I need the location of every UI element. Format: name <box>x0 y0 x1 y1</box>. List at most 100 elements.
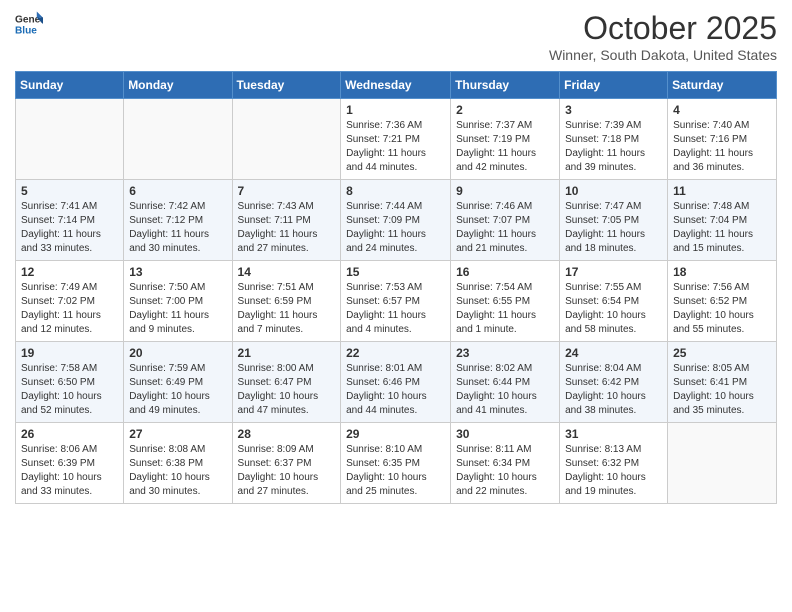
day-number: 1 <box>346 103 445 117</box>
header: General Blue October 2025 Winner, South … <box>15 10 777 63</box>
day-detail: Sunrise: 7:37 AMSunset: 7:19 PMDaylight:… <box>456 119 554 175</box>
calendar-week-row: 1 Sunrise: 7:36 AMSunset: 7:21 PMDaylight… <box>16 99 777 180</box>
day-number: 14 <box>238 265 336 279</box>
calendar-cell: 27 Sunrise: 8:08 AMSunset: 6:38 PMDayligh… <box>124 423 232 504</box>
day-detail: Sunrise: 7:49 AMSunset: 7:02 PMDaylight:… <box>21 281 118 337</box>
calendar-cell: 8Sunrise: 7:44 AMSunset: 7:09 PMDaylight… <box>341 180 451 261</box>
day-number: 4 <box>673 103 771 117</box>
day-detail: Sunrise: 8:00 AMSunset: 6:47 PMDaylight:… <box>238 362 336 418</box>
day-detail: Sunrise: 7:43 AMSunset: 7:11 PMDaylight:… <box>238 200 336 256</box>
calendar: SundayMondayTuesdayWednesdayThursdayFrid… <box>15 71 777 504</box>
day-detail: Sunrise: 7:50 AMSunset: 7:00 PMDaylight:… <box>129 281 226 337</box>
day-detail: Sunrise: 7:39 AMSunset: 7:18 PMDaylight:… <box>565 119 662 175</box>
calendar-cell: 14Sunrise: 7:51 AMSunset: 6:59 PMDayligh… <box>232 261 341 342</box>
calendar-week-row: 5 Sunrise: 7:41 AMSunset: 7:14 PMDaylight… <box>16 180 777 261</box>
day-detail: Sunrise: 7:47 AMSunset: 7:05 PMDaylight:… <box>565 200 662 256</box>
day-detail: Sunrise: 8:08 AMSunset: 6:38 PMDaylight:… <box>129 443 226 499</box>
day-detail: Sunrise: 8:02 AMSunset: 6:44 PMDaylight:… <box>456 362 554 418</box>
calendar-cell <box>124 99 232 180</box>
day-number: 3 <box>565 103 662 117</box>
day-number: 2 <box>456 103 554 117</box>
calendar-cell: 20 Sunrise: 7:59 AMSunset: 6:49 PMDayligh… <box>124 342 232 423</box>
calendar-cell: 24 Sunrise: 8:04 AMSunset: 6:42 PMDayligh… <box>560 342 668 423</box>
day-number: 15 <box>346 265 445 279</box>
day-number: 28 <box>238 427 336 441</box>
calendar-week-row: 12 Sunrise: 7:49 AMSunset: 7:02 PMDayligh… <box>16 261 777 342</box>
calendar-cell: 7 Sunrise: 7:43 AMSunset: 7:11 PMDaylight… <box>232 180 341 261</box>
day-detail: Sunrise: 7:59 AMSunset: 6:49 PMDaylight:… <box>129 362 226 418</box>
day-detail: Sunrise: 7:55 AMSunset: 6:54 PMDaylight:… <box>565 281 662 337</box>
calendar-cell: 31 Sunrise: 8:13 AMSunset: 6:32 PMDayligh… <box>560 423 668 504</box>
calendar-header-row: SundayMondayTuesdayWednesdayThursdayFrid… <box>16 72 777 99</box>
calendar-cell <box>668 423 777 504</box>
day-detail: Sunrise: 7:53 AMSunset: 6:57 PMDaylight:… <box>346 281 445 337</box>
calendar-cell: 16Sunrise: 7:54 AMSunset: 6:55 PMDayligh… <box>451 261 560 342</box>
day-number: 16 <box>456 265 554 279</box>
day-number: 7 <box>238 184 336 198</box>
day-of-week-header: Wednesday <box>341 72 451 99</box>
calendar-week-row: 26Sunrise: 8:06 AMSunset: 6:39 PMDayligh… <box>16 423 777 504</box>
day-detail: Sunrise: 7:56 AMSunset: 6:52 PMDaylight:… <box>673 281 771 337</box>
calendar-cell: 3 Sunrise: 7:39 AMSunset: 7:18 PMDaylight… <box>560 99 668 180</box>
logo: General Blue <box>15 10 43 38</box>
day-of-week-header: Monday <box>124 72 232 99</box>
day-number: 29 <box>346 427 445 441</box>
calendar-week-row: 19 Sunrise: 7:58 AMSunset: 6:50 PMDayligh… <box>16 342 777 423</box>
day-number: 8 <box>346 184 445 198</box>
day-detail: Sunrise: 7:40 AMSunset: 7:16 PMDaylight:… <box>673 119 771 175</box>
calendar-cell: 26Sunrise: 8:06 AMSunset: 6:39 PMDayligh… <box>16 423 124 504</box>
calendar-cell: 30Sunrise: 8:11 AMSunset: 6:34 PMDayligh… <box>451 423 560 504</box>
day-number: 17 <box>565 265 662 279</box>
day-number: 11 <box>673 184 771 198</box>
calendar-cell: 10 Sunrise: 7:47 AMSunset: 7:05 PMDayligh… <box>560 180 668 261</box>
day-detail: Sunrise: 8:06 AMSunset: 6:39 PMDaylight:… <box>21 443 118 499</box>
calendar-cell: 23 Sunrise: 8:02 AMSunset: 6:44 PMDayligh… <box>451 342 560 423</box>
calendar-cell: 29Sunrise: 8:10 AMSunset: 6:35 PMDayligh… <box>341 423 451 504</box>
day-number: 9 <box>456 184 554 198</box>
svg-text:Blue: Blue <box>15 25 37 36</box>
day-detail: Sunrise: 8:11 AMSunset: 6:34 PMDaylight:… <box>456 443 554 499</box>
day-number: 5 <box>21 184 118 198</box>
day-of-week-header: Sunday <box>16 72 124 99</box>
calendar-cell: 21 Sunrise: 8:00 AMSunset: 6:47 PMDayligh… <box>232 342 341 423</box>
day-detail: Sunrise: 7:48 AMSunset: 7:04 PMDaylight:… <box>673 200 771 256</box>
day-number: 23 <box>456 346 554 360</box>
day-detail: Sunrise: 8:05 AMSunset: 6:41 PMDaylight:… <box>673 362 771 418</box>
day-of-week-header: Friday <box>560 72 668 99</box>
location-title: Winner, South Dakota, United States <box>549 47 777 63</box>
day-detail: Sunrise: 8:04 AMSunset: 6:42 PMDaylight:… <box>565 362 662 418</box>
calendar-cell: 17 Sunrise: 7:55 AMSunset: 6:54 PMDayligh… <box>560 261 668 342</box>
day-detail: Sunrise: 7:58 AMSunset: 6:50 PMDaylight:… <box>21 362 118 418</box>
month-title: October 2025 <box>549 10 777 47</box>
day-of-week-header: Thursday <box>451 72 560 99</box>
day-detail: Sunrise: 7:46 AMSunset: 7:07 PMDaylight:… <box>456 200 554 256</box>
calendar-cell: 2 Sunrise: 7:37 AMSunset: 7:19 PMDaylight… <box>451 99 560 180</box>
day-number: 27 <box>129 427 226 441</box>
calendar-cell: 5 Sunrise: 7:41 AMSunset: 7:14 PMDaylight… <box>16 180 124 261</box>
day-number: 20 <box>129 346 226 360</box>
day-number: 24 <box>565 346 662 360</box>
day-number: 12 <box>21 265 118 279</box>
calendar-cell <box>16 99 124 180</box>
day-number: 19 <box>21 346 118 360</box>
calendar-cell: 19 Sunrise: 7:58 AMSunset: 6:50 PMDayligh… <box>16 342 124 423</box>
calendar-cell: 11 Sunrise: 7:48 AMSunset: 7:04 PMDayligh… <box>668 180 777 261</box>
calendar-cell: 4 Sunrise: 7:40 AMSunset: 7:16 PMDaylight… <box>668 99 777 180</box>
logo-icon: General Blue <box>15 10 43 38</box>
calendar-cell: 1 Sunrise: 7:36 AMSunset: 7:21 PMDaylight… <box>341 99 451 180</box>
calendar-cell: 12 Sunrise: 7:49 AMSunset: 7:02 PMDayligh… <box>16 261 124 342</box>
calendar-cell: 15 Sunrise: 7:53 AMSunset: 6:57 PMDayligh… <box>341 261 451 342</box>
day-of-week-header: Tuesday <box>232 72 341 99</box>
calendar-cell <box>232 99 341 180</box>
title-area: October 2025 Winner, South Dakota, Unite… <box>549 10 777 63</box>
day-number: 25 <box>673 346 771 360</box>
day-detail: Sunrise: 7:42 AMSunset: 7:12 PMDaylight:… <box>129 200 226 256</box>
day-number: 10 <box>565 184 662 198</box>
calendar-cell: 9 Sunrise: 7:46 AMSunset: 7:07 PMDaylight… <box>451 180 560 261</box>
day-detail: Sunrise: 7:36 AMSunset: 7:21 PMDaylight:… <box>346 119 445 175</box>
day-number: 31 <box>565 427 662 441</box>
day-detail: Sunrise: 8:01 AMSunset: 6:46 PMDaylight:… <box>346 362 445 418</box>
day-number: 21 <box>238 346 336 360</box>
day-detail: Sunrise: 8:13 AMSunset: 6:32 PMDaylight:… <box>565 443 662 499</box>
day-detail: Sunrise: 7:41 AMSunset: 7:14 PMDaylight:… <box>21 200 118 256</box>
